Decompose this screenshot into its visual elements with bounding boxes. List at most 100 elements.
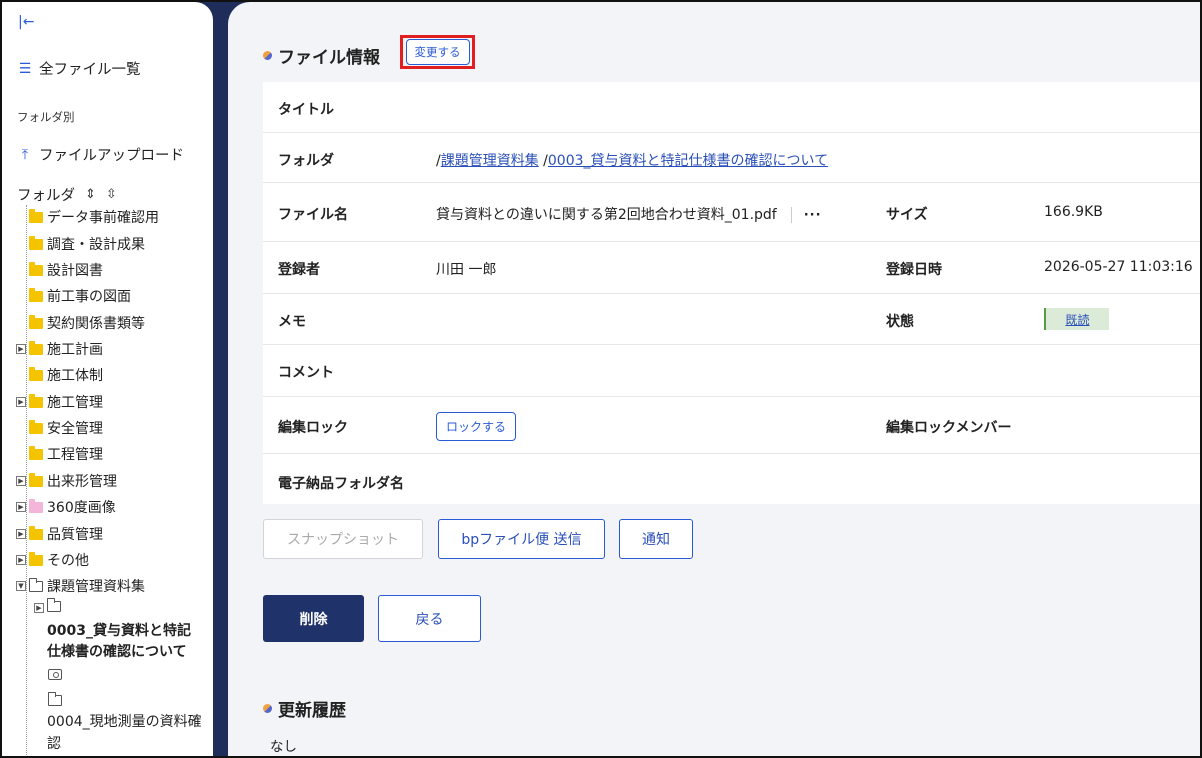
folder-tree-item[interactable]: 工程管理 xyxy=(16,444,103,464)
comment-label: コメント xyxy=(278,365,334,381)
subfolder-0003-line2: 仕様書の確認について xyxy=(47,644,187,660)
folder-tree-item[interactable]: 設計図書 xyxy=(16,260,103,280)
row-memo: メモ 状態 既読 xyxy=(263,294,1200,345)
collapse-icon[interactable]: ▼ xyxy=(16,581,26,591)
folder-tree-item[interactable]: ▶ 施工計画 xyxy=(16,339,103,359)
folder-icon xyxy=(29,314,43,329)
folder-link-parent[interactable]: 課題管理資料集 xyxy=(441,153,539,169)
camera-folder-icon[interactable] xyxy=(48,669,62,680)
subfolder-0003-line1: 0003_貸与資料と特記 xyxy=(47,623,191,639)
folder-tree-item-label: 課題管理資料集 xyxy=(47,579,145,595)
folder-tree-item[interactable]: 前工事の図面 xyxy=(16,286,131,306)
status-label: 状態 xyxy=(886,314,914,330)
folder-icon xyxy=(29,340,43,355)
folder-tree-item-label: 施工体制 xyxy=(47,368,103,384)
status-badge: 既読 xyxy=(1044,308,1109,330)
folder-icon xyxy=(29,551,43,566)
folder-tree-item[interactable]: ▶ 出来形管理 xyxy=(16,471,117,491)
folder-tree-item[interactable]: 施工体制 xyxy=(16,365,103,385)
notify-button[interactable]: 通知 xyxy=(619,519,693,559)
folder-tree-item[interactable]: ▶ 360度画像 xyxy=(16,497,116,517)
row-edelivery: 電子納品フォルダ名 xyxy=(263,454,1200,504)
folder-tree-item-label: 360度画像 xyxy=(47,500,116,516)
subfolder-0004[interactable]: 0004_現地測量の資料確 認 xyxy=(47,711,202,755)
back-button[interactable]: 戻る xyxy=(378,595,481,642)
folder-icon xyxy=(48,692,62,706)
folder-tree-item-label: 出来形管理 xyxy=(47,474,117,490)
subfolder-0004-icon[interactable] xyxy=(48,692,66,710)
upload-icon: ⤒ xyxy=(21,146,29,163)
folder-tree-item[interactable]: データ事前確認用 xyxy=(16,207,159,227)
folder-tree-item-label: 工程管理 xyxy=(47,447,103,463)
folder-tree-item[interactable]: 安全管理 xyxy=(16,418,103,438)
registrant-label: 登録者 xyxy=(278,262,320,278)
expand-icon[interactable]: ▶ xyxy=(16,344,26,354)
subfolder-0003-selected[interactable]: 0003_貸与資料と特記 仕様書の確認について xyxy=(47,621,191,663)
folder-tree-item-label: 調査・設計成果 xyxy=(47,237,145,253)
folder-tree-item[interactable]: ▶ 品質管理 xyxy=(16,524,103,544)
expand-icon[interactable]: ▶ xyxy=(16,502,26,512)
row-filename: ファイル名 貸与資料との違いに関する第2回地合わせ資料_01.pdf ··· サイ… xyxy=(263,183,1200,242)
folder-tree-item[interactable]: ▶ その他 xyxy=(16,550,89,570)
folder-link-child[interactable]: 0003_貸与資料と特記仕様書の確認について xyxy=(548,153,828,169)
list-icon: ☰ xyxy=(18,60,32,77)
folder-tree-header: フォルダ ⇕ ⇳ xyxy=(17,184,117,205)
folder-icon xyxy=(29,419,43,434)
collapse-sidebar-icon[interactable]: |← xyxy=(18,14,34,30)
reg-date-label: 登録日時 xyxy=(886,262,942,278)
expand-all-icon[interactable]: ⇕ xyxy=(85,187,96,202)
row-title: タイトル xyxy=(263,82,1200,133)
filename-text: 貸与資料との違いに関する第2回地合わせ資料_01.pdf xyxy=(436,207,777,223)
row-registrant: 登録者 川田 一郎 登録日時 2026-05-27 11:03:16 xyxy=(263,242,1200,294)
folder-path: /課題管理資料集 /0003_貸与資料と特記仕様書の確認について xyxy=(436,153,829,169)
folder-tree-item[interactable]: ▶ 施工管理 xyxy=(16,392,103,412)
divider xyxy=(790,207,792,223)
delete-button[interactable]: 削除 xyxy=(263,595,364,642)
folder-tree-item-label: 契約関係書類等 xyxy=(47,316,145,332)
folder-tree-item[interactable]: ▼ 課題管理資料集 xyxy=(16,576,145,596)
nav-upload-label: ファイルアップロード xyxy=(39,148,184,164)
bp-send-button[interactable]: bpファイル便 送信 xyxy=(438,519,605,559)
nav-all-files-label: 全ファイル一覧 xyxy=(39,62,141,78)
expand-icon[interactable]: ▶ xyxy=(16,529,26,539)
folder-tree-item[interactable]: 契約関係書類等 xyxy=(16,313,145,333)
history-heading: 更新履歴 xyxy=(263,696,346,721)
folder-icon xyxy=(29,261,43,276)
folder-icon xyxy=(29,577,43,592)
change-button[interactable]: 変更する xyxy=(405,39,470,65)
folder-tree-item-label: 安全管理 xyxy=(47,421,103,437)
folder-icon xyxy=(29,498,43,513)
main-content: ファイル情報 変更する タイトル フォルダ /課題管理資料集 /0003_貸与資… xyxy=(228,2,1200,756)
by-folder-label: フォルダ別 xyxy=(17,110,75,124)
folder-header-label: フォルダ xyxy=(17,188,75,204)
registrant-value: 川田 一郎 xyxy=(436,262,497,278)
folder-tree-item-label: 施工計画 xyxy=(47,342,103,358)
size-value: 166.9KB xyxy=(1044,204,1103,220)
history-title: 更新履歴 xyxy=(278,701,346,721)
folder-icon xyxy=(29,472,43,487)
filename-value: 貸与資料との違いに関する第2回地合わせ資料_01.pdf ··· xyxy=(436,204,822,224)
nav-upload[interactable]: ⤒ ファイルアップロード xyxy=(17,144,184,165)
row-comment: コメント xyxy=(263,345,1200,397)
expand-icon[interactable]: ▶ xyxy=(16,476,26,486)
folder-icon xyxy=(29,208,43,223)
folder-tree-item[interactable]: 調査・設計成果 xyxy=(16,234,145,254)
lock-button[interactable]: ロックする xyxy=(436,412,517,441)
title-label: タイトル xyxy=(278,102,334,118)
subfolder-0004-line2: 認 xyxy=(47,736,61,752)
snapshot-button[interactable]: スナップショット xyxy=(263,519,423,559)
subfolder-0003-icons[interactable]: ▶ xyxy=(34,597,65,614)
folder-tree-item-label: その他 xyxy=(47,553,89,569)
status-link[interactable]: 既読 xyxy=(1065,311,1089,328)
expand-icon[interactable]: ▶ xyxy=(16,555,26,565)
expand-icon[interactable]: ▶ xyxy=(34,603,44,613)
file-info-table: タイトル フォルダ /課題管理資料集 /0003_貸与資料と特記仕様書の確認につ… xyxy=(263,82,1200,504)
nav-all-files[interactable]: ☰ 全ファイル一覧 xyxy=(17,58,141,79)
folder-tree-item-label: 前工事の図面 xyxy=(47,289,131,305)
folder-icon xyxy=(29,393,43,408)
expand-icon[interactable]: ▶ xyxy=(16,397,26,407)
collapse-all-icon[interactable]: ⇳ xyxy=(106,187,117,202)
reg-date-value: 2026-05-27 11:03:16 xyxy=(1044,259,1193,275)
folder-icon xyxy=(29,366,43,381)
more-options-icon[interactable]: ··· xyxy=(804,208,822,223)
